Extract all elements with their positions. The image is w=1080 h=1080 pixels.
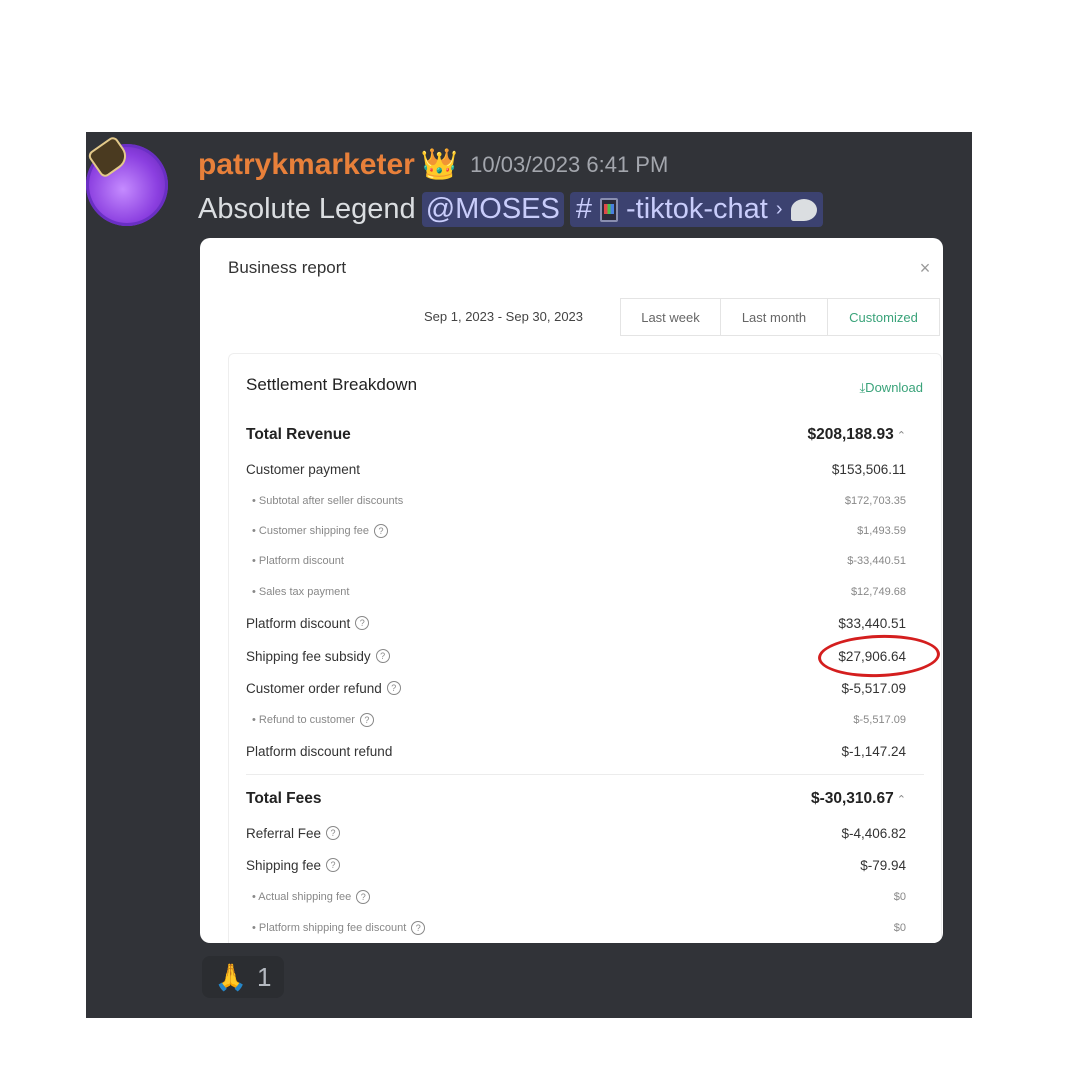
row-label-wrap: Customer order refund? bbox=[246, 681, 841, 696]
row-value: $-79.94 bbox=[860, 857, 906, 873]
row-label: • Subtotal after seller discounts bbox=[252, 495, 404, 507]
row-label: • Platform shipping fee discount bbox=[252, 922, 407, 934]
date-range[interactable]: Sep 1, 2023 - Sep 30, 2023 bbox=[424, 309, 583, 324]
row-value: $12,749.68 bbox=[850, 586, 906, 598]
row-refund-to-customer: • Refund to customer? $-5,517.09 bbox=[246, 708, 906, 732]
close-icon[interactable]: × bbox=[915, 258, 935, 278]
channel-hash: # bbox=[575, 193, 593, 225]
message-header: patrykmarketer 👑 10/03/2023 6:41 PM bbox=[198, 148, 668, 182]
row-value: $1,493.59 bbox=[857, 525, 906, 537]
row-label: • Platform discount bbox=[252, 555, 344, 567]
row-value: $-30,310.67 bbox=[811, 790, 906, 808]
row-subtotal: • Subtotal after seller discounts $172,7… bbox=[246, 489, 906, 513]
user-mention[interactable]: @MOSES bbox=[421, 192, 564, 227]
row-label-wrap: • Customer shipping fee? bbox=[246, 524, 857, 538]
chat-bubble-icon bbox=[790, 198, 817, 221]
download-link[interactable]: ⤓Download bbox=[859, 380, 923, 396]
help-icon[interactable]: ? bbox=[359, 713, 374, 727]
row-value: $-33,440.51 bbox=[847, 555, 906, 567]
row-customer-shipping-fee: • Customer shipping fee? $1,493.59 bbox=[246, 519, 906, 543]
section-title: Settlement Breakdown bbox=[246, 375, 418, 394]
tab-last-month[interactable]: Last month bbox=[720, 298, 828, 336]
row-actual-shipping-fee: • Actual shipping fee? $0 bbox=[246, 885, 906, 909]
message-timestamp: 10/03/2023 6:41 PM bbox=[470, 152, 669, 177]
row-label: Customer order refund bbox=[246, 680, 382, 696]
business-report-screenshot[interactable]: Business report × Sep 1, 2023 - Sep 30, … bbox=[200, 238, 943, 943]
row-shipping-fee: Shipping fee? $-79.94 bbox=[246, 853, 906, 877]
help-icon[interactable]: ? bbox=[326, 826, 341, 840]
folded-hands-icon: 🙏 bbox=[214, 961, 247, 992]
row-total-revenue[interactable]: Total Revenue $208,188.93 bbox=[246, 423, 906, 447]
row-label: • Actual shipping fee bbox=[252, 891, 352, 903]
row-label-wrap: Referral Fee? bbox=[246, 826, 841, 841]
reaction-count: 1 bbox=[256, 961, 272, 992]
row-platform-discount: Platform discount? $33,440.51 bbox=[246, 611, 906, 635]
message-text: Absolute Legend bbox=[198, 193, 416, 225]
row-value: $0 bbox=[893, 922, 906, 934]
chevron-right-icon: › bbox=[775, 198, 783, 220]
tab-last-week[interactable]: Last week bbox=[620, 298, 721, 336]
help-icon[interactable]: ? bbox=[355, 616, 370, 630]
help-icon[interactable]: ? bbox=[356, 890, 371, 904]
help-icon[interactable]: ? bbox=[375, 649, 390, 663]
row-value: $172,703.35 bbox=[844, 495, 906, 507]
row-label-wrap: • Refund to customer? bbox=[246, 713, 853, 727]
calculator-icon bbox=[600, 197, 619, 222]
row-value: $0 bbox=[893, 891, 906, 903]
row-value: $-5,517.09 bbox=[853, 714, 906, 726]
username[interactable]: patrykmarketer bbox=[198, 148, 415, 182]
user-avatar[interactable] bbox=[86, 134, 168, 226]
row-value: $-4,406.82 bbox=[841, 825, 906, 841]
row-label-wrap: • Actual shipping fee? bbox=[246, 890, 894, 904]
row-label: Total Fees bbox=[246, 790, 322, 807]
row-value: $33,440.51 bbox=[838, 615, 906, 631]
row-label: • Customer shipping fee bbox=[252, 525, 369, 537]
report-title: Business report bbox=[228, 258, 347, 277]
row-label: Referral Fee bbox=[246, 825, 322, 841]
row-label-wrap: Shipping fee? bbox=[246, 858, 860, 873]
row-sales-tax: • Sales tax payment $12,749.68 bbox=[246, 580, 906, 604]
row-label: Customer payment bbox=[246, 461, 361, 477]
reaction-button[interactable]: 🙏 1 bbox=[202, 956, 284, 998]
row-customer-payment: Customer payment $153,506.11 bbox=[246, 457, 906, 481]
row-value: $-1,147.24 bbox=[841, 743, 906, 759]
message-content: Absolute Legend @MOSES # -tiktok-chat › bbox=[198, 192, 823, 227]
row-customer-order-refund: Customer order refund? $-5,517.09 bbox=[246, 676, 906, 700]
row-platform-discount-sub: • Platform discount $-33,440.51 bbox=[246, 549, 906, 573]
row-label: Shipping fee bbox=[246, 857, 322, 873]
channel-name: -tiktok-chat bbox=[626, 193, 768, 225]
row-platform-discount-refund: Platform discount refund $-1,147.24 bbox=[246, 739, 906, 763]
crown-icon: 👑 bbox=[420, 148, 459, 181]
row-label: • Refund to customer bbox=[252, 714, 355, 726]
channel-link[interactable]: # -tiktok-chat › bbox=[569, 192, 823, 227]
help-icon[interactable]: ? bbox=[386, 681, 401, 695]
row-label: Platform discount refund bbox=[246, 743, 393, 759]
help-icon[interactable]: ? bbox=[326, 858, 341, 872]
row-value: $-5,517.09 bbox=[841, 680, 906, 696]
row-label-wrap: Platform discount? bbox=[246, 616, 838, 631]
row-referral-fee: Referral Fee? $-4,406.82 bbox=[246, 821, 906, 845]
row-platform-shipping-fee-discount: • Platform shipping fee discount? $0 bbox=[246, 916, 906, 940]
section-divider bbox=[246, 774, 924, 775]
row-label-wrap: • Platform shipping fee discount? bbox=[246, 921, 894, 935]
row-label-wrap: Shipping fee subsidy? bbox=[246, 649, 838, 664]
row-total-fees[interactable]: Total Fees $-30,310.67 bbox=[246, 787, 906, 811]
row-shipping-fee-subsidy: Shipping fee subsidy? $27,906.64 bbox=[246, 644, 906, 668]
row-value: $153,506.11 bbox=[831, 461, 906, 477]
help-icon[interactable]: ? bbox=[411, 921, 426, 935]
row-value: $208,188.93 bbox=[808, 426, 906, 444]
help-icon[interactable]: ? bbox=[373, 524, 388, 538]
row-label: Platform discount bbox=[246, 615, 351, 631]
row-label: • Sales tax payment bbox=[252, 586, 350, 598]
row-label: Total Revenue bbox=[246, 426, 351, 443]
tab-customized[interactable]: Customized bbox=[827, 298, 940, 336]
row-label: Shipping fee subsidy bbox=[246, 648, 371, 664]
